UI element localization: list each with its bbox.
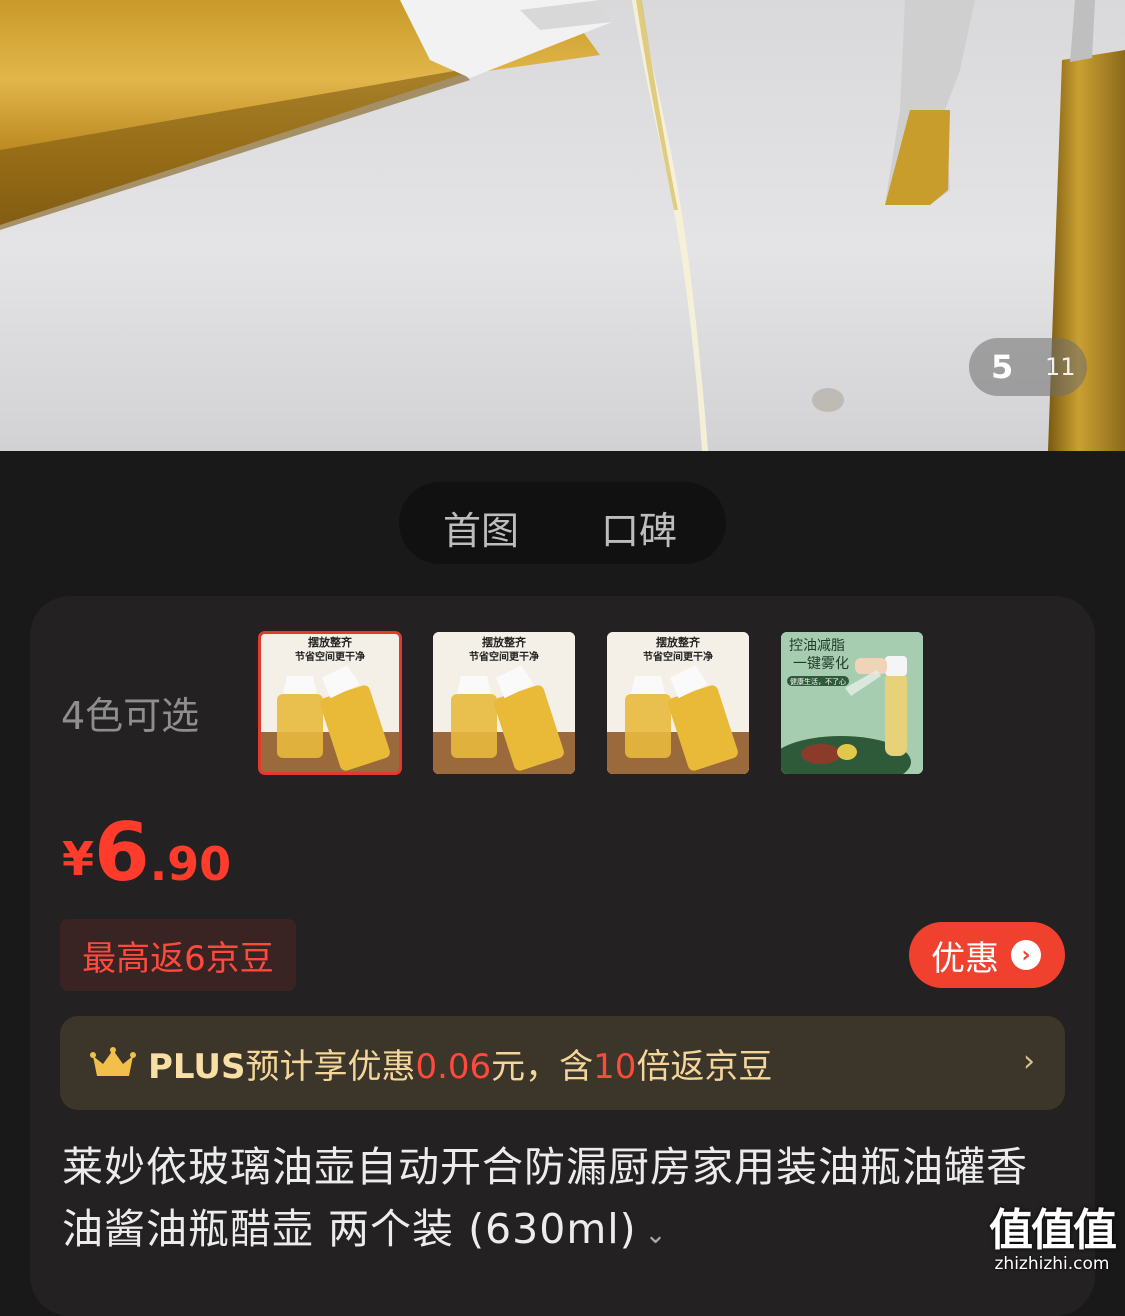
gallery-page-indicator: 5 11 bbox=[969, 338, 1087, 396]
watermark-logo: 值值值 bbox=[989, 1205, 1117, 1256]
chevron-right-icon: › bbox=[1023, 1044, 1035, 1079]
price-integer: 6 bbox=[94, 806, 150, 899]
variant-thumbnail-2[interactable]: 摆放整齐 节省空间更干净 bbox=[433, 632, 575, 774]
expand-chevron-icon[interactable]: ⌄ bbox=[645, 1220, 668, 1250]
price-currency: ¥ bbox=[62, 832, 95, 886]
rebate-tag: 最高返6京豆 bbox=[60, 919, 296, 991]
oil-bottle-pair-image: 摆放整齐 节省空间更干净 bbox=[607, 632, 749, 774]
plus-membership-bar[interactable]: PLUS预计享优惠0.06元，含10倍返京豆 › bbox=[60, 1016, 1065, 1110]
product-price: ¥6.90 bbox=[62, 806, 231, 899]
svg-text:节省空间更干净: 节省空间更干净 bbox=[469, 650, 539, 663]
oil-sprayer-image: 控油减脂 一键雾化 健康生活，不了心 bbox=[781, 632, 923, 774]
tab-main-image[interactable]: 首图 bbox=[443, 500, 519, 555]
oil-bottle-pair-image: 摆放整齐 节省空间更干净 bbox=[433, 632, 575, 774]
svg-text:健康生活，不了心: 健康生活，不了心 bbox=[790, 677, 846, 686]
discount-button-label: 优惠 bbox=[931, 938, 999, 979]
svg-text:节省空间更干净: 节省空间更干净 bbox=[643, 650, 713, 663]
oil-bottle-pair-image: 摆放整齐 节省空间更干净 bbox=[259, 632, 401, 774]
product-title[interactable]: 莱妙依玻璃油壶自动开合防漏厨房家用装油瓶油罐香油酱油瓶醋壶 两个装 (630ml… bbox=[62, 1136, 1052, 1266]
price-decimal: .90 bbox=[149, 837, 232, 891]
svg-text:摆放整齐: 摆放整齐 bbox=[308, 635, 353, 649]
plus-benefit-text: PLUS预计享优惠0.06元，含10倍返京豆 bbox=[148, 1046, 773, 1087]
variant-count-label[interactable]: 4色可选 bbox=[61, 685, 199, 740]
svg-text:摆放整齐: 摆放整齐 bbox=[482, 635, 527, 649]
chevron-right-icon: › bbox=[1011, 940, 1041, 970]
tab-reviews[interactable]: 口碑 bbox=[601, 500, 677, 555]
variant-thumbnail-1[interactable]: 摆放整齐 节省空间更干净 bbox=[258, 631, 402, 775]
site-watermark: 值值值 zhizhizhi.com bbox=[989, 1194, 1117, 1274]
variant-thumbnail-4[interactable]: 控油减脂 一键雾化 健康生活，不了心 bbox=[781, 632, 923, 774]
svg-text:摆放整齐: 摆放整齐 bbox=[656, 635, 701, 649]
crown-icon bbox=[90, 1047, 136, 1076]
total-pages: 11 bbox=[1045, 353, 1076, 381]
current-page: 5 bbox=[991, 348, 1014, 386]
oil-pouring-photo bbox=[0, 0, 1125, 451]
svg-text:节省空间更干净: 节省空间更干净 bbox=[295, 650, 365, 663]
watermark-url: zhizhizhi.com bbox=[994, 1254, 1110, 1274]
svg-text:控油减脂: 控油减脂 bbox=[789, 638, 845, 654]
product-gallery-image[interactable]: 5 11 bbox=[0, 0, 1125, 451]
svg-text:一键雾化: 一键雾化 bbox=[793, 656, 849, 672]
variant-thumbnail-3[interactable]: 摆放整齐 节省空间更干净 bbox=[607, 632, 749, 774]
gallery-segment-tabs: 首图 口碑 bbox=[399, 482, 726, 564]
discount-button[interactable]: 优惠 › bbox=[909, 922, 1065, 988]
